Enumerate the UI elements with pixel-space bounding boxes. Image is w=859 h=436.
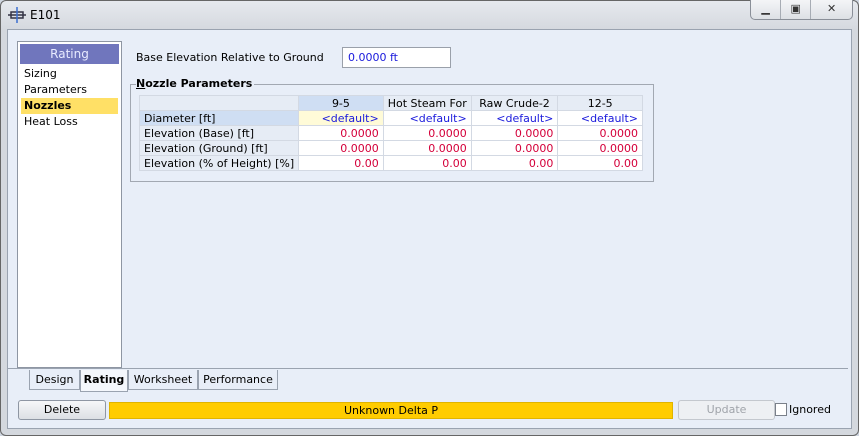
tab-worksheet[interactable]: Worksheet	[128, 370, 198, 390]
table-row: Diameter [ft] <default> <default> <defau…	[138, 110, 643, 126]
table-cell[interactable]: 0.00	[382, 155, 472, 171]
column-header[interactable]: Hot Steam For HE	[382, 95, 472, 111]
table-cell[interactable]: 0.0000	[382, 140, 472, 156]
maximize-icon[interactable]: ▣	[781, 0, 812, 19]
table-cell[interactable]: 0.0000	[298, 125, 384, 141]
table-cell[interactable]: 0.0000	[557, 125, 643, 141]
row-header: Elevation (Ground) [ft]	[138, 140, 300, 156]
nozzle-parameters-table: 9-5 Hot Steam For HE Raw Crude-2 12-5 Di…	[138, 95, 643, 171]
table-cell[interactable]: 0.0000	[382, 125, 472, 141]
column-header[interactable]: 12-5	[557, 95, 643, 111]
corner-cell	[138, 95, 300, 111]
table-cell[interactable]: 0.0000	[298, 140, 384, 156]
nav-item-sizing[interactable]: Sizing	[21, 66, 118, 82]
update-button[interactable]: Update	[678, 400, 775, 420]
table-header-row: 9-5 Hot Steam For HE Raw Crude-2 12-5	[138, 95, 643, 111]
nav-item-parameters[interactable]: Parameters	[21, 82, 118, 98]
table-row: Elevation (% of Height) [%] 0.00 0.00 0.…	[138, 155, 643, 171]
tab-separator	[8, 368, 848, 369]
table-cell[interactable]: 0.0000	[470, 140, 559, 156]
ignored-checkbox[interactable]	[775, 403, 787, 416]
base-elevation-label: Base Elevation Relative to Ground	[136, 51, 324, 64]
rating-nav-panel: Rating Sizing Parameters Nozzles Heat Lo…	[17, 41, 122, 368]
table-cell[interactable]: <default>	[298, 110, 384, 126]
row-header: Elevation (% of Height) [%]	[138, 155, 300, 171]
tab-design[interactable]: Design	[29, 370, 80, 390]
column-header[interactable]: 9-5	[298, 95, 384, 111]
nav-item-nozzles[interactable]: Nozzles	[21, 98, 118, 114]
tab-rating[interactable]: Rating	[80, 370, 128, 392]
ignored-label[interactable]: Ignored	[789, 403, 831, 416]
title-bar: E101 ▁ ▣ ✕	[0, 0, 859, 29]
column-header[interactable]: Raw Crude-2	[470, 95, 559, 111]
table-cell[interactable]: 0.00	[298, 155, 384, 171]
window-controls: ▁ ▣ ✕	[750, 0, 853, 20]
close-icon[interactable]: ✕	[811, 0, 852, 19]
heat-exchanger-icon	[8, 7, 26, 23]
table-row: Elevation (Ground) [ft] 0.0000 0.0000 0.…	[138, 140, 643, 156]
row-header: Diameter [ft]	[138, 110, 300, 126]
table-cell[interactable]: <default>	[470, 110, 559, 126]
nozzle-parameters-title: Nozzle Parameters	[136, 77, 255, 90]
nozzle-parameters-title-text: Nozzle Parameters	[136, 77, 253, 90]
nav-header: Rating	[20, 44, 119, 64]
delete-button[interactable]: Delete	[18, 400, 106, 420]
table-cell[interactable]: <default>	[557, 110, 643, 126]
nav-item-heat-loss[interactable]: Heat Loss	[21, 114, 118, 130]
table-row: Elevation (Base) [ft] 0.0000 0.0000 0.00…	[138, 125, 643, 141]
table-cell[interactable]: 0.00	[470, 155, 559, 171]
table-cell[interactable]: 0.0000	[470, 125, 559, 141]
row-header: Elevation (Base) [ft]	[138, 125, 300, 141]
table-cell[interactable]: 0.00	[557, 155, 643, 171]
base-elevation-input[interactable]: 0.0000 ft	[342, 47, 451, 68]
window-title: E101	[30, 8, 61, 22]
tab-performance[interactable]: Performance	[198, 370, 278, 390]
table-cell[interactable]: <default>	[382, 110, 472, 126]
minimize-icon[interactable]: ▁	[751, 0, 782, 19]
table-cell[interactable]: 0.0000	[557, 140, 643, 156]
status-bar: Unknown Delta P	[109, 402, 673, 419]
